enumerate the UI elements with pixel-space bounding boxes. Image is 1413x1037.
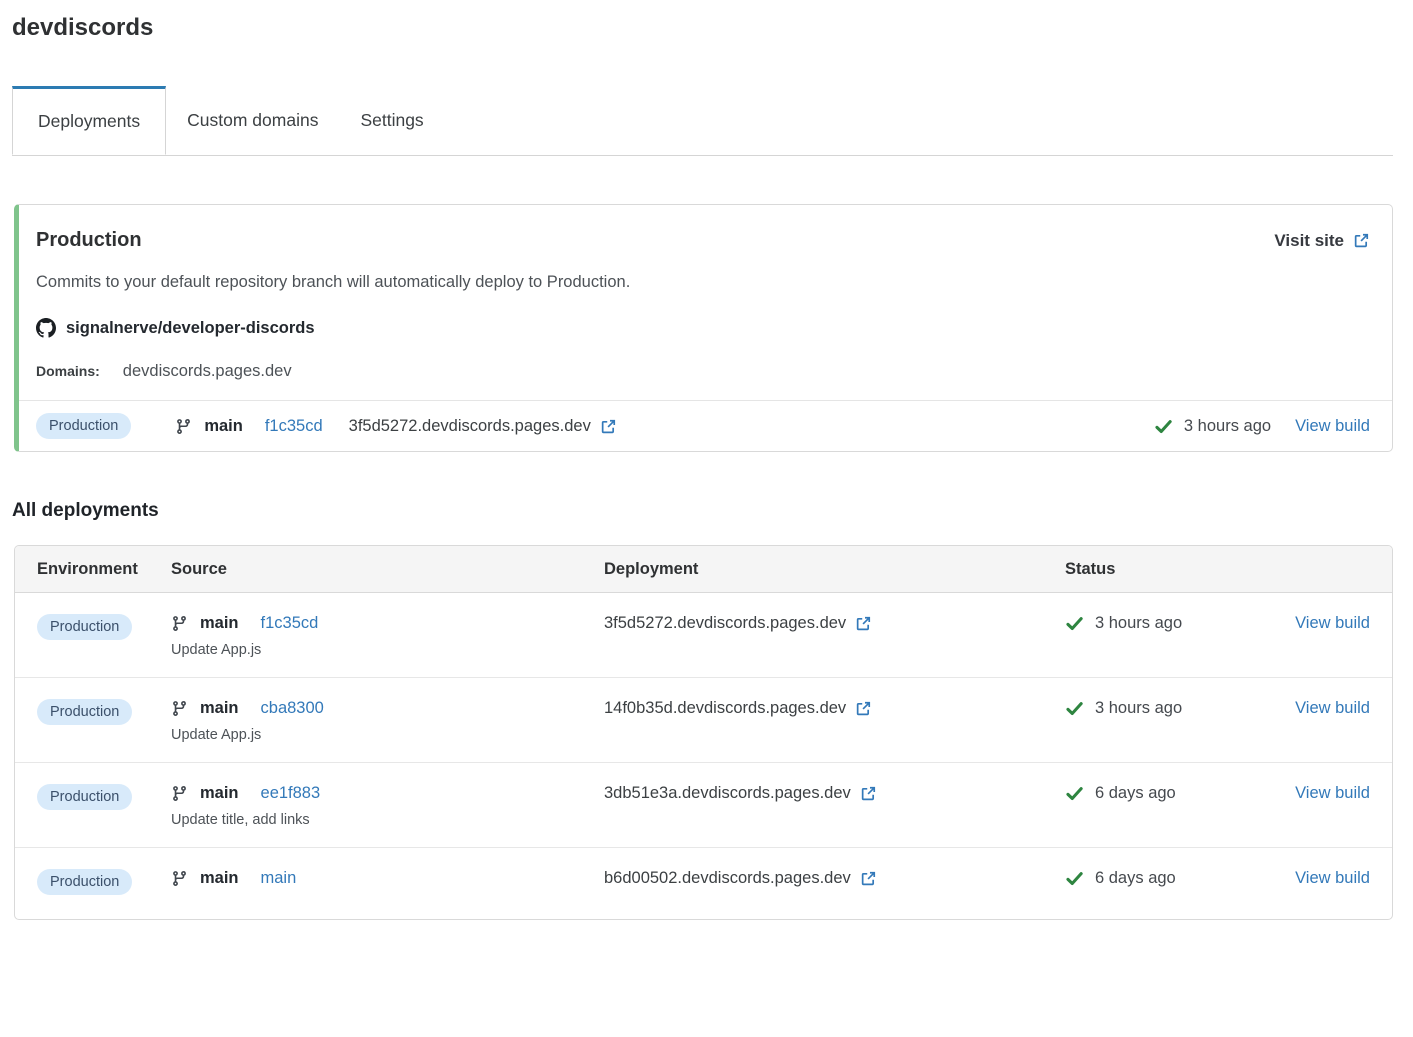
git-branch-icon — [175, 418, 192, 435]
commit-link[interactable]: f1c35cd — [261, 614, 319, 633]
commit-link[interactable]: main — [261, 869, 297, 888]
deployment-time: 3 hours ago — [1184, 417, 1271, 436]
visit-site-link[interactable]: Visit site — [1274, 231, 1370, 251]
branch-name: main — [204, 417, 243, 436]
success-check-icon — [1154, 417, 1173, 436]
environment-badge: Production — [36, 413, 131, 439]
view-build-link[interactable]: View build — [1295, 614, 1370, 633]
branch-name: main — [200, 784, 239, 803]
view-build-link[interactable]: View build — [1295, 869, 1370, 888]
tab-settings[interactable]: Settings — [339, 86, 444, 155]
view-build-link[interactable]: View build — [1295, 417, 1370, 436]
production-deployment-row: Production main f1c35cd 3f5d5272.devdisc… — [19, 401, 1392, 451]
branch-name: main — [200, 869, 239, 888]
column-header-deployment: Deployment — [604, 560, 1065, 579]
production-card-title: Production — [36, 229, 142, 252]
production-card: Production Visit site Commits to your de… — [14, 204, 1393, 452]
environment-badge: Production — [37, 784, 132, 810]
environment-badge: Production — [37, 614, 132, 640]
branch-name: main — [200, 614, 239, 633]
deployment-time: 6 days ago — [1095, 784, 1176, 803]
page-title: devdiscords — [12, 12, 1393, 42]
all-deployments-heading: All deployments — [12, 500, 1393, 522]
visit-site-label: Visit site — [1274, 231, 1344, 251]
external-link-icon — [1353, 232, 1370, 249]
commit-link[interactable]: f1c35cd — [265, 417, 323, 436]
success-check-icon — [1065, 614, 1084, 633]
tab-custom-domains-label: Custom domains — [187, 110, 318, 131]
deployment-url-text: 14f0b35d.devdiscords.pages.dev — [604, 699, 846, 718]
table-row: Production main f1c35cd Update App.js 3f… — [15, 593, 1392, 677]
production-description: Commits to your default repository branc… — [36, 273, 1370, 292]
github-icon — [36, 318, 56, 338]
column-header-status: Status — [1065, 560, 1370, 579]
external-link-icon — [855, 615, 872, 632]
commit-message: Update App.js — [171, 642, 604, 658]
commit-link[interactable]: cba8300 — [261, 699, 324, 718]
deployment-time: 3 hours ago — [1095, 614, 1182, 633]
deployment-url-link[interactable]: 3f5d5272.devdiscords.pages.dev — [349, 417, 617, 436]
commit-message: Update App.js — [171, 727, 604, 743]
external-link-icon — [600, 418, 617, 435]
environment-badge: Production — [37, 869, 132, 895]
external-link-icon — [860, 785, 877, 802]
deployment-time: 3 hours ago — [1095, 699, 1182, 718]
branch-name: main — [200, 699, 239, 718]
commit-link[interactable]: ee1f883 — [261, 784, 321, 803]
deployment-url-text: 3f5d5272.devdiscords.pages.dev — [349, 417, 591, 436]
table-row: Production main main b6d00502.devdiscord… — [15, 847, 1392, 919]
external-link-icon — [860, 870, 877, 887]
deployment-url-link[interactable]: 3db51e3a.devdiscords.pages.dev — [604, 784, 877, 803]
deployment-url-link[interactable]: b6d00502.devdiscords.pages.dev — [604, 869, 877, 888]
success-check-icon — [1065, 784, 1084, 803]
success-check-icon — [1065, 869, 1084, 888]
table-row: Production main cba8300 Update App.js 14… — [15, 677, 1392, 762]
external-link-icon — [855, 700, 872, 717]
git-branch-icon — [171, 785, 188, 802]
success-check-icon — [1065, 699, 1084, 718]
deployment-url-link[interactable]: 3f5d5272.devdiscords.pages.dev — [604, 614, 872, 633]
deployment-url-text: b6d00502.devdiscords.pages.dev — [604, 869, 851, 888]
view-build-link[interactable]: View build — [1295, 699, 1370, 718]
repository-name: signalnerve/developer-discords — [66, 319, 315, 338]
commit-message: Update title, add links — [171, 812, 604, 828]
deployment-url-text: 3f5d5272.devdiscords.pages.dev — [604, 614, 846, 633]
deployment-time: 6 days ago — [1095, 869, 1176, 888]
environment-badge: Production — [37, 699, 132, 725]
table-row: Production main ee1f883 Update title, ad… — [15, 762, 1392, 847]
git-branch-icon — [171, 700, 188, 717]
domains-label: Domains: — [36, 363, 100, 379]
deployments-table: Environment Source Deployment Status Pro… — [14, 545, 1393, 920]
tab-deployments-label: Deployments — [38, 111, 140, 132]
table-header-row: Environment Source Deployment Status — [15, 546, 1392, 593]
domains-value: devdiscords.pages.dev — [123, 362, 292, 381]
git-branch-icon — [171, 615, 188, 632]
tab-deployments[interactable]: Deployments — [12, 86, 166, 155]
git-branch-icon — [171, 870, 188, 887]
deployment-url-link[interactable]: 14f0b35d.devdiscords.pages.dev — [604, 699, 872, 718]
view-build-link[interactable]: View build — [1295, 784, 1370, 803]
column-header-source: Source — [171, 560, 604, 579]
tab-custom-domains[interactable]: Custom domains — [166, 86, 339, 155]
deployment-url-text: 3db51e3a.devdiscords.pages.dev — [604, 784, 851, 803]
column-header-environment: Environment — [37, 560, 171, 579]
tab-bar: Deployments Custom domains Settings — [12, 86, 1393, 156]
tab-settings-label: Settings — [360, 110, 423, 131]
